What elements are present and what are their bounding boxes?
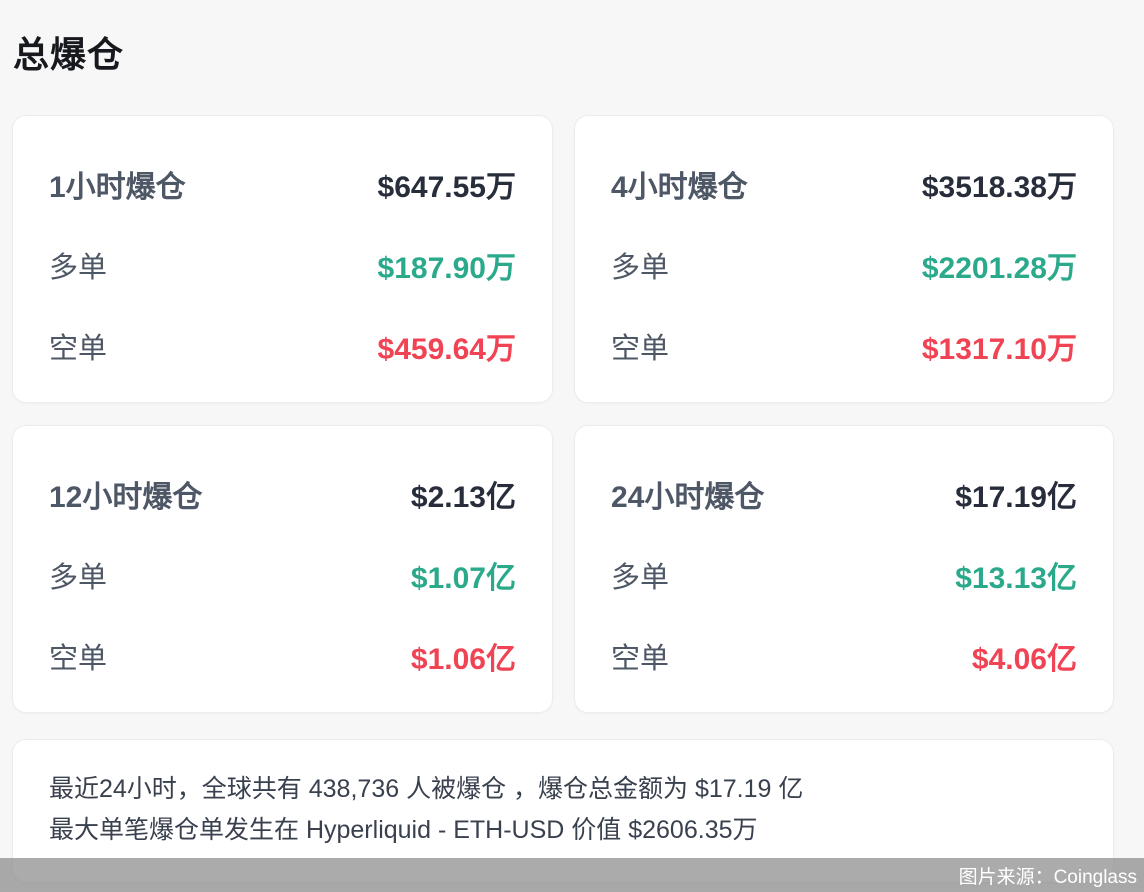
card-header-row: 1小时爆仓 $647.55万: [49, 164, 516, 204]
long-value: $1.07亿: [411, 553, 516, 597]
period-label: 1小时爆仓: [49, 162, 186, 206]
short-value: $4.06亿: [972, 634, 1077, 678]
card-header-row: 24小时爆仓 $17.19亿: [611, 474, 1077, 514]
short-label: 空单: [611, 325, 669, 367]
long-row: 多单 $2201.28万: [611, 245, 1077, 285]
summary-line-1: 最近24小时，全球共有 438,736 人被爆仓 ，爆仓总金额为 $17.19 …: [49, 769, 1077, 810]
total-value: $17.19亿: [955, 472, 1077, 516]
long-row: 多单 $1.07亿: [49, 555, 516, 595]
short-row: 空单 $4.06亿: [611, 636, 1077, 676]
watermark-bar: 图片来源：Coinglass: [0, 858, 1144, 892]
long-label: 多单: [611, 244, 669, 286]
long-row: 多单 $13.13亿: [611, 555, 1077, 595]
card-4h-liquidation: 4小时爆仓 $3518.38万 多单 $2201.28万 空单 $1317.10…: [574, 115, 1114, 403]
period-label: 12小时爆仓: [49, 472, 202, 516]
page-title: 总爆仓: [13, 26, 124, 78]
long-value: $2201.28万: [922, 243, 1077, 287]
long-label: 多单: [49, 244, 107, 286]
short-value: $1.06亿: [411, 634, 516, 678]
total-value: $3518.38万: [922, 162, 1077, 206]
card-header-row: 12小时爆仓 $2.13亿: [49, 474, 516, 514]
short-value: $1317.10万: [922, 324, 1077, 368]
total-value: $647.55万: [378, 162, 516, 206]
long-value: $187.90万: [378, 243, 516, 287]
long-value: $13.13亿: [955, 553, 1077, 597]
short-row: 空单 $459.64万: [49, 326, 516, 366]
summary-line-2: 最大单笔爆仓单发生在 Hyperliquid - ETH-USD 价值 $260…: [49, 810, 1077, 851]
card-12h-liquidation: 12小时爆仓 $2.13亿 多单 $1.07亿 空单 $1.06亿: [12, 425, 553, 713]
card-24h-liquidation: 24小时爆仓 $17.19亿 多单 $13.13亿 空单 $4.06亿: [574, 425, 1114, 713]
short-value: $459.64万: [378, 324, 516, 368]
short-label: 空单: [49, 635, 107, 677]
watermark-source-label: 图片来源：Coinglass: [959, 862, 1137, 889]
total-value: $2.13亿: [411, 472, 516, 516]
long-label: 多单: [49, 554, 107, 596]
period-label: 4小时爆仓: [611, 162, 748, 206]
card-header-row: 4小时爆仓 $3518.38万: [611, 164, 1077, 204]
period-label: 24小时爆仓: [611, 472, 764, 516]
long-label: 多单: [611, 554, 669, 596]
short-row: 空单 $1.06亿: [49, 636, 516, 676]
card-1h-liquidation: 1小时爆仓 $647.55万 多单 $187.90万 空单 $459.64万: [12, 115, 553, 403]
short-label: 空单: [49, 325, 107, 367]
liquidation-cards-grid: 1小时爆仓 $647.55万 多单 $187.90万 空单 $459.64万 4…: [12, 115, 1114, 713]
short-label: 空单: [611, 635, 669, 677]
long-row: 多单 $187.90万: [49, 245, 516, 285]
short-row: 空单 $1317.10万: [611, 326, 1077, 366]
